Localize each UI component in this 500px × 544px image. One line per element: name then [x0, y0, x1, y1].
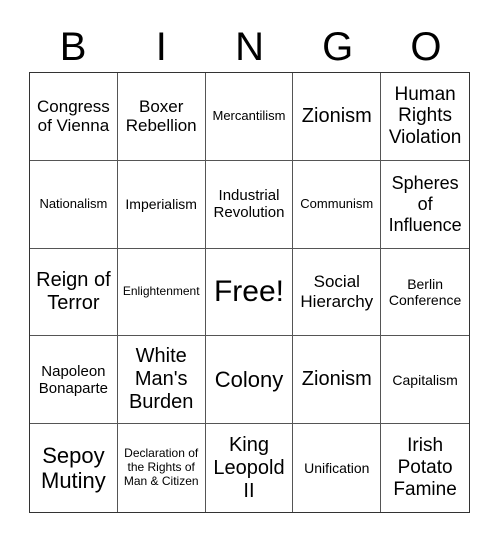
bingo-cell[interactable]: Boxer Rebellion	[117, 73, 206, 161]
bingo-cell[interactable]: Napoleon Bonaparte	[30, 336, 118, 425]
free-space[interactable]: Free!	[205, 248, 294, 337]
bingo-cell[interactable]: Berlin Conference	[381, 249, 469, 337]
bingo-cell[interactable]: Nationalism	[30, 160, 118, 249]
bingo-cell[interactable]: Congress of Vienna	[30, 73, 118, 161]
header-letter-b: B	[59, 25, 87, 69]
bingo-cell[interactable]: Human Rights Violation	[381, 73, 469, 161]
bingo-cell[interactable]: Enlightenment	[117, 248, 206, 337]
bingo-cell[interactable]: Reign of Terror	[30, 248, 118, 337]
bingo-cell[interactable]: Zionism	[293, 73, 382, 161]
header-letter-i: I	[155, 25, 167, 69]
bingo-cell[interactable]: Sepoy Mutiny	[30, 424, 118, 512]
bingo-cell[interactable]: Zionism	[293, 336, 382, 425]
bingo-cell[interactable]: Unification	[293, 424, 382, 512]
header-letter-o: O	[410, 25, 442, 69]
bingo-cell[interactable]: King Leopold II	[206, 424, 294, 512]
bingo-cell[interactable]: Mercantilism	[205, 73, 294, 161]
bingo-cell[interactable]: Declaration of the Rights of Man & Citiz…	[118, 424, 206, 512]
bingo-cell[interactable]: Capitalism	[381, 336, 469, 425]
bingo-cell[interactable]: Communism	[293, 160, 382, 249]
bingo-cell[interactable]: Colony	[205, 336, 294, 425]
bingo-cell[interactable]: Industrial Revolution	[205, 160, 294, 249]
bingo-header: B I N G O	[29, 22, 470, 72]
bingo-cell[interactable]: Irish Potato Famine	[381, 424, 469, 512]
bingo-cell[interactable]: Social Hierarchy	[293, 248, 382, 337]
header-letter-g: G	[322, 25, 354, 69]
header-letter-n: N	[235, 25, 264, 69]
bingo-grid: Congress of Vienna Boxer Rebellion Merca…	[29, 72, 470, 513]
bingo-cell[interactable]: White Man's Burden	[117, 336, 206, 425]
bingo-cell[interactable]: Imperialism	[117, 160, 206, 249]
bingo-cell[interactable]: Spheres of Influence	[381, 161, 469, 249]
